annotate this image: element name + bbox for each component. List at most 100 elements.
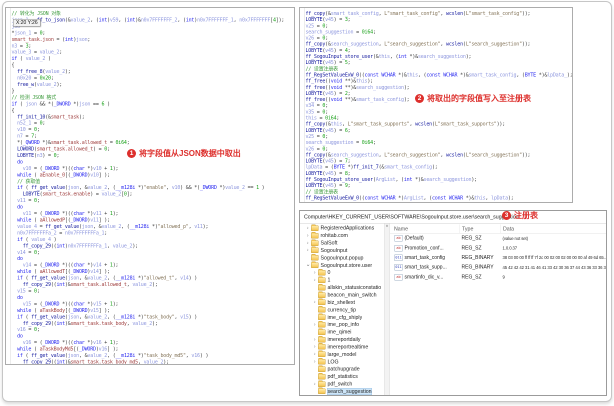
key-label: imereportrealtime <box>327 343 369 350</box>
value-name: Promotion_conf... <box>404 245 444 251</box>
registry-key-beacon_main_switch[interactable]: beacon_main_switch <box>300 291 384 298</box>
registry-key-biz_shellext[interactable]: › biz_shellext <box>300 298 384 306</box>
chevron-collapsed-icon[interactable]: › <box>312 277 318 283</box>
scroll-up-icon[interactable]: ▲ <box>385 224 388 228</box>
value-type: REG_BINARY <box>461 254 494 261</box>
registry-key-pdf_switch[interactable]: › pdf_switch <box>300 380 384 387</box>
folder-icon <box>318 358 326 365</box>
chevron-collapsed-icon[interactable]: › <box>312 381 318 387</box>
folder-icon <box>311 254 319 261</box>
key-label: SogouInput <box>320 247 348 254</box>
key-label: rohitab.com <box>320 232 348 239</box>
key-label: LOG <box>327 358 339 365</box>
registry-key-imereportrealtime[interactable]: › imereportrealtime <box>300 343 384 350</box>
registry-key-0[interactable]: › 0 <box>300 268 384 276</box>
chevron-collapsed-icon[interactable]: › <box>312 352 318 358</box>
key-label: ime_cfg_shiply <box>327 314 363 321</box>
key-label: large_model <box>327 351 357 358</box>
value-type: REG_BINARY <box>461 264 494 271</box>
key-label: SalSoft <box>320 240 338 247</box>
registry-value-row[interactable]: 011 smart_task_config REG_BINARY 38 03 00 0… <box>390 253 606 263</box>
value-data: 9 <box>502 274 505 280</box>
registry-key-pdf_statistics[interactable]: pdf_statistics <box>300 372 384 380</box>
chevron-collapsed-icon[interactable]: › <box>305 225 311 231</box>
column-header-type[interactable]: Type <box>459 224 500 233</box>
folder-icon <box>318 313 326 321</box>
key-label: SogouInput.popup <box>320 254 364 261</box>
column-header-name[interactable]: Name <box>390 226 459 232</box>
code-line: ff_RegSetValueExW_0((const WCHAR *)ArgLi… <box>305 195 514 201</box>
key-label: 1 <box>327 277 331 284</box>
registry-value-row[interactable]: ab (Default) REG_SZ (value not set) <box>390 234 606 244</box>
annotation-json-extract: 1 将字段值从JSON数据中取出 <box>127 148 241 159</box>
registry-key-allskin_statusiconstatio[interactable]: allskin_statusiconstatio <box>300 283 384 291</box>
binary-value-icon: 011 <box>394 254 403 261</box>
registry-value-row[interactable]: ab smartinfo_dic_v... REG_SZ 9 <box>390 272 606 282</box>
registry-editor-window: Computer\HKEY_CURRENT_USER\SOFTWARE\Sogo… <box>299 210 607 396</box>
registry-key-SogouInput.popup[interactable]: SogouInput.popup <box>300 254 384 261</box>
key-label: ime_qimei <box>327 329 352 336</box>
folder-icon <box>318 380 326 387</box>
column-header-data[interactable]: Data <box>500 224 606 233</box>
chevron-collapsed-icon[interactable]: › <box>312 359 318 365</box>
registry-key-1[interactable]: › 1 <box>300 276 384 283</box>
registry-key-large_model[interactable]: › large_model <box>300 350 384 358</box>
key-label: beacon_main_switch <box>327 292 377 299</box>
pseudocode-panel-registry-write: ff_copy(&smart_task_config, L"smart_task… <box>299 7 573 203</box>
chevron-expanded-icon[interactable]: › <box>305 263 311 269</box>
registry-key-SalSoft[interactable]: › SalSoft <box>300 239 384 246</box>
chevron-collapsed-icon[interactable]: › <box>312 344 318 350</box>
folder-icon <box>318 328 326 335</box>
chevron-collapsed-icon[interactable]: › <box>305 248 311 254</box>
coordinate-tooltip: X:20 Y:26 <box>13 19 68 34</box>
registry-key-LOG[interactable]: › LOG <box>300 358 384 365</box>
folder-icon <box>318 291 326 298</box>
value-type: REG_SZ <box>461 274 482 280</box>
registry-key-search_suggestion[interactable]: search_suggestion <box>300 387 384 395</box>
registry-key-patchupgrade[interactable]: patchupgrade <box>300 365 384 373</box>
key-label: RegisteredApplications <box>320 225 375 232</box>
folder-icon <box>311 261 319 269</box>
registry-key-rohitab.com[interactable]: › rohitab.com <box>300 231 384 239</box>
folder-icon <box>318 365 326 372</box>
annotation-registry: 3 注册表 <box>502 210 538 221</box>
chevron-collapsed-icon[interactable]: › <box>312 300 318 306</box>
registry-key-SogouInput[interactable]: › SogouInput <box>300 246 384 254</box>
value-type: REG_SZ <box>461 235 482 242</box>
registry-key-imereportdaily[interactable]: › imereportdaily <box>300 335 384 343</box>
chevron-collapsed-icon[interactable]: › <box>312 337 318 343</box>
folder-icon <box>318 306 326 313</box>
string-value-icon: ab <box>394 273 403 281</box>
value-name: smart_task_supp... <box>404 264 447 271</box>
key-label: pdf_statistics <box>327 373 358 380</box>
value-data: 38 03 00 00 ff ff ff 7f 2c 00 02 00 02 0… <box>502 255 607 261</box>
chevron-collapsed-icon[interactable]: › <box>305 240 311 246</box>
registry-value-row[interactable]: ab Promotion_conf... REG_SZ 1.0.0.37 <box>390 243 606 253</box>
annotation-text: 注册表 <box>514 211 538 220</box>
registry-key-SogouInput.store.user[interactable]: › SogouInput.store.user <box>300 261 384 269</box>
registry-key-ime_qimei[interactable]: ime_qimei <box>300 328 384 335</box>
folder-icon <box>318 268 326 276</box>
chevron-collapsed-icon[interactable]: › <box>305 233 311 239</box>
binary-value-icon: 011 <box>394 264 403 271</box>
folder-icon <box>311 246 319 254</box>
registry-key-RegisteredApplications[interactable]: › RegisteredApplications <box>300 224 384 232</box>
value-type: REG_SZ <box>461 245 482 251</box>
folder-icon <box>318 320 326 328</box>
folder-icon <box>318 343 326 350</box>
registry-key-ime_cfg_shiply[interactable]: ime_cfg_shiply <box>300 313 384 321</box>
registry-value-row[interactable]: 011 smart_task_supp... REG_BINARY 45 42 42 … <box>390 263 606 273</box>
chevron-collapsed-icon[interactable]: › <box>312 270 318 276</box>
key-label: biz_shellext <box>327 299 355 306</box>
chevron-collapsed-icon[interactable]: › <box>312 322 318 328</box>
folder-icon <box>311 224 319 231</box>
registry-address-bar[interactable]: Computer\HKEY_CURRENT_USER\SOFTWARE\Sogo… <box>300 211 606 224</box>
code-listing-left: // 转化为 JSON 对象json_1 = ff_to_json(&value… <box>6 8 294 364</box>
value-name: smart_task_config <box>404 254 446 261</box>
string-value-icon: ab <box>394 235 403 242</box>
registry-key-currency_tip[interactable]: currency_tip <box>300 306 384 313</box>
registry-key-ime_pop_info[interactable]: › ime_pop_info <box>300 320 384 328</box>
key-label: pdf_switch <box>327 381 353 388</box>
folder-icon <box>311 239 319 246</box>
key-label: allskin_statusiconstatio <box>327 284 382 291</box>
